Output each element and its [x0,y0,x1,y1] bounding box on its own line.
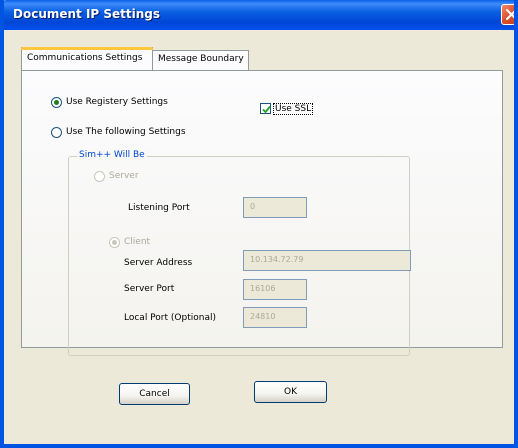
client-radio[interactable] [109,237,120,248]
use-registry-settings-label[interactable]: Use Registery Settings [66,97,168,107]
close-button[interactable] [501,4,514,25]
use-following-settings-label[interactable]: Use The following Settings [66,127,186,137]
tab-communications-settings-label: Communications Settings [27,53,143,63]
title-bar[interactable]: Document IP Settings [4,0,514,30]
server-radio[interactable] [94,171,105,182]
close-icon [506,9,514,20]
sim-mode-group-title: Sim++ Will Be [77,150,147,160]
server-port-input[interactable]: 16106 [243,279,307,300]
tab-message-boundary-label: Message Boundary [158,54,244,64]
server-port-label: Server Port [124,284,175,294]
use-registry-settings-radio[interactable] [51,97,62,108]
window-title: Document IP Settings [13,7,161,21]
settings-panel: Use Registery Settings Use SSL Use The f… [21,70,503,356]
client-label: Client [124,237,151,247]
tab-message-boundary[interactable]: Message Boundary [152,50,249,70]
cancel-button-label: Cancel [139,389,170,399]
server-address-input[interactable]: 10.134.72.79 [243,250,411,271]
use-following-settings-radio[interactable] [51,127,62,138]
use-ssl-label[interactable]: Use SSL [273,103,314,115]
local-port-input[interactable]: 24810 [243,307,307,328]
cancel-button[interactable]: Cancel [119,383,190,405]
check-icon [262,105,271,114]
server-label: Server [109,171,139,181]
ok-button-label: OK [284,387,297,397]
listening-port-input[interactable]: 0 [243,197,307,218]
local-port-label: Local Port (Optional) [124,313,216,323]
use-ssl-checkbox[interactable] [260,103,271,114]
dialog-window: Document IP Settings Communications Sett… [0,0,518,448]
ok-button[interactable]: OK [254,381,327,403]
server-address-label: Server Address [124,258,193,268]
sim-mode-groupbox: Sim++ Will Be Server Listening Port 0 Cl… [68,150,411,356]
tab-communications-settings[interactable]: Communications Settings [21,47,153,70]
listening-port-label: Listening Port [128,203,190,213]
